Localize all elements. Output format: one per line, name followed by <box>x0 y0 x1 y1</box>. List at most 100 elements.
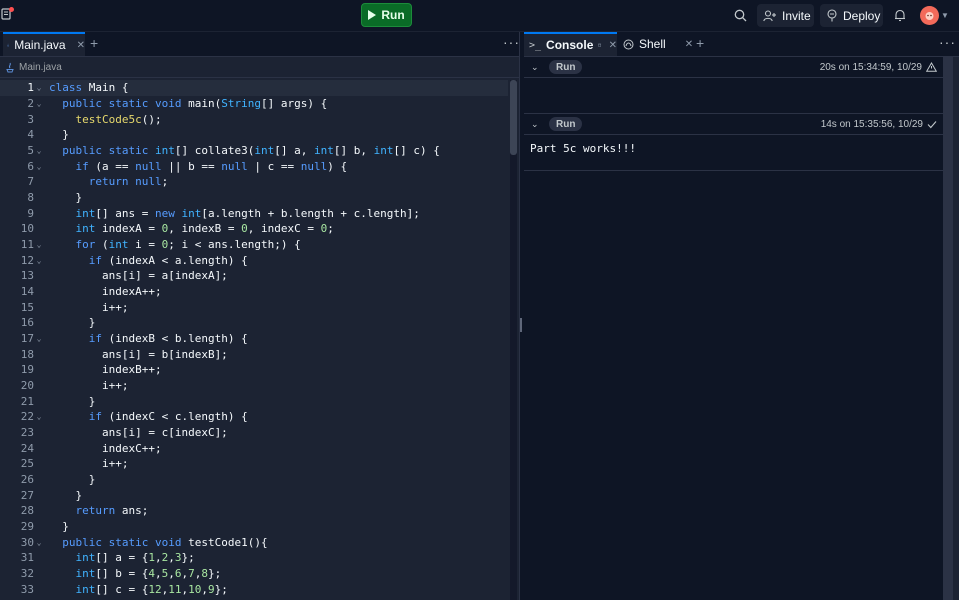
tab-shell[interactable]: Shell ✕ <box>620 32 695 56</box>
code-line[interactable]: 8 } <box>0 190 508 206</box>
fold-chevron-icon[interactable]: ⌄ <box>34 334 44 343</box>
line-number: 21 <box>20 394 34 408</box>
add-tab-icon[interactable]: + <box>90 35 98 51</box>
fold-chevron-icon[interactable]: ⌄ <box>34 146 44 155</box>
pane-resize-handle[interactable] <box>520 318 522 332</box>
code-line[interactable]: 28 return ans; <box>0 503 508 519</box>
deploy-icon <box>827 9 837 22</box>
line-number: 33 <box>20 582 34 596</box>
terminal-icon: >_ <box>529 39 542 51</box>
code-line[interactable]: 18 ans[i] = b[indexB]; <box>0 346 508 362</box>
code-text: if (indexA < a.length) { <box>88 253 248 267</box>
line-number: 27 <box>20 488 34 502</box>
code-line[interactable]: 23 ans[i] = c[indexC]; <box>0 425 508 441</box>
code-line[interactable]: 19 indexB++; <box>0 362 508 378</box>
chevron-down-icon[interactable]: ⌄ <box>531 62 539 73</box>
code-text: public static void testCode1(){ <box>62 535 268 549</box>
code-line[interactable]: 16 } <box>0 315 508 331</box>
code-editor[interactable]: 1 ⌄ class Main {2 ⌄ public static void main… <box>0 80 508 600</box>
code-line[interactable]: 1 ⌄ class Main { <box>0 80 508 96</box>
code-line[interactable]: 25 i++; <box>0 456 508 472</box>
line-number: 5 <box>27 144 34 157</box>
fold-chevron-icon[interactable]: ⌄ <box>34 99 44 108</box>
code-line[interactable]: 21 } <box>0 393 508 409</box>
code-text: ans[i] = c[indexC]; <box>49 426 228 440</box>
code-line[interactable]: 4 } <box>0 127 508 143</box>
tab-console[interactable]: >_ Console ✕ <box>524 32 617 56</box>
code-line[interactable]: 3 testCode5c(); <box>0 111 508 127</box>
code-line[interactable]: 24 indexC++; <box>0 440 508 456</box>
code-line[interactable]: 22 ⌄ if (indexC < c.length) { <box>0 409 508 425</box>
console-output: ⌄ Run 20s on 15:34:59, 10/29 ⌄ Run 14s o… <box>524 57 943 600</box>
warning-icon <box>926 62 937 72</box>
run-meta: 20s on 15:34:59, 10/29 <box>820 62 937 73</box>
console-tab-bar: >_ Console ✕ Shell ✕ + ··· <box>524 32 959 57</box>
more-options-icon[interactable]: ··· <box>939 34 956 50</box>
java-file-icon <box>7 43 10 47</box>
run-header[interactable]: ⌄ Run 14s on 15:35:56, 10/29 <box>524 114 943 135</box>
trash-icon[interactable] <box>598 40 602 50</box>
run-button[interactable]: Run <box>361 3 412 27</box>
code-line[interactable]: 33 int[] c = {12,11,10,9}; <box>0 581 508 597</box>
console-scrollbar[interactable] <box>943 57 953 600</box>
code-text: } <box>49 520 69 534</box>
fold-chevron-icon[interactable]: ⌄ <box>34 412 44 421</box>
add-tab-icon[interactable]: + <box>696 35 704 51</box>
tab-main-java[interactable]: Main.java ✕ <box>3 32 85 56</box>
run-output-text: Part 5c works!!! <box>530 142 636 155</box>
add-user-icon <box>763 9 776 21</box>
invite-label: Invite <box>782 8 811 23</box>
line-number: 11 <box>20 238 34 252</box>
code-line[interactable]: 2 ⌄ public static void main(String[] args… <box>0 96 508 112</box>
code-line[interactable]: 15 i++; <box>0 299 508 315</box>
code-line[interactable]: 14 indexA++; <box>0 284 508 300</box>
code-text: int indexA = 0, indexB = 0, indexC = 0; <box>75 222 334 236</box>
code-line[interactable]: 5 ⌄ public static int[] collate3(int[] a,… <box>0 143 508 159</box>
run-badge: Run <box>549 117 583 131</box>
line-number: 8 <box>27 191 34 205</box>
code-line[interactable]: 31 int[] a = {1,2,3}; <box>0 550 508 566</box>
chevron-down-icon[interactable]: ▼ <box>941 11 949 20</box>
code-line[interactable]: 12 ⌄ if (indexA < a.length) { <box>0 252 508 268</box>
code-line[interactable]: 11 ⌄ for (int i = 0; i < ans.length;) { <box>0 237 508 253</box>
code-line[interactable]: 20 i++; <box>0 378 508 394</box>
code-line[interactable]: 6 ⌄ if (a == null || b == null | c == nul… <box>0 158 508 174</box>
close-icon[interactable]: ✕ <box>77 40 85 51</box>
search-icon[interactable] <box>731 4 749 27</box>
code-line[interactable]: 26 } <box>0 472 508 488</box>
code-line[interactable]: 13 ans[i] = a[indexA]; <box>0 268 508 284</box>
code-text: indexB++; <box>49 363 162 377</box>
avatar[interactable] <box>920 6 939 25</box>
run-time: 14s on 15:35:56, 10/29 <box>820 118 923 130</box>
fold-chevron-icon[interactable]: ⌄ <box>34 256 44 265</box>
chevron-down-icon[interactable]: ⌄ <box>531 119 539 130</box>
code-line[interactable]: 7 return null; <box>0 174 508 190</box>
code-line[interactable]: 9 int[] ans = new int[a.length + b.lengt… <box>0 205 508 221</box>
code-line[interactable]: 30 ⌄ public static void testCode1(){ <box>0 534 508 550</box>
editor-scrollbar[interactable] <box>510 80 517 600</box>
code-line[interactable]: 32 int[] b = {4,5,6,7,8}; <box>0 566 508 582</box>
code-text: public static int[] collate3(int[] a, in… <box>62 144 440 157</box>
breadcrumb-file[interactable]: Main.java <box>19 62 62 73</box>
code-text: if (indexB < b.length) { <box>88 332 248 346</box>
line-number: 4 <box>27 128 34 142</box>
code-line[interactable]: 29 } <box>0 519 508 535</box>
fold-chevron-icon[interactable]: ⌄ <box>34 83 44 92</box>
line-number: 12 <box>20 253 34 267</box>
fold-chevron-icon[interactable]: ⌄ <box>34 538 44 547</box>
invite-button[interactable]: Invite <box>757 4 814 27</box>
deploy-button[interactable]: Deploy <box>820 4 883 27</box>
code-text: } <box>49 128 69 142</box>
more-options-icon[interactable]: ··· <box>503 34 520 50</box>
close-icon[interactable]: ✕ <box>685 39 693 50</box>
run-header[interactable]: ⌄ Run 20s on 15:34:59, 10/29 <box>524 57 943 78</box>
code-line[interactable]: 17 ⌄ if (indexB < b.length) { <box>0 331 508 347</box>
code-line[interactable]: 27 } <box>0 487 508 503</box>
editor-scroll-thumb[interactable] <box>510 80 517 155</box>
fold-chevron-icon[interactable]: ⌄ <box>34 240 44 249</box>
close-icon[interactable]: ✕ <box>609 40 617 51</box>
code-line[interactable]: 10 int indexA = 0, indexB = 0, indexC = … <box>0 221 508 237</box>
fold-chevron-icon[interactable]: ⌄ <box>34 162 44 171</box>
line-number: 17 <box>20 332 34 346</box>
bell-icon[interactable] <box>892 4 908 27</box>
